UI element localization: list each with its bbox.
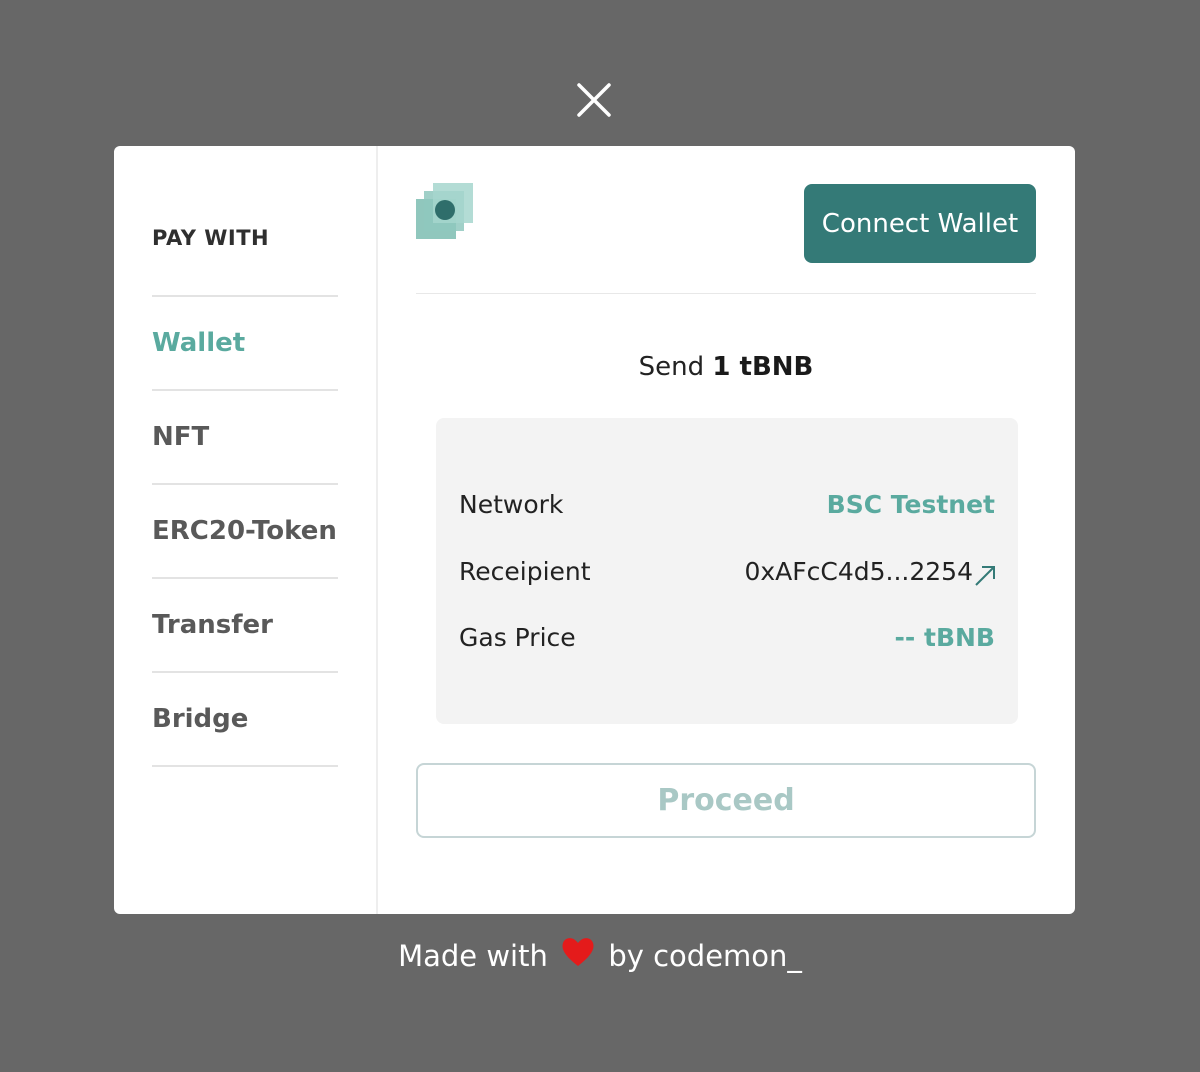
gas-price-label: Gas Price <box>459 623 576 652</box>
close-icon <box>577 83 611 117</box>
sidebar-item-wallet[interactable]: Wallet <box>152 297 338 391</box>
sidebar-item-nft[interactable]: NFT <box>152 391 338 485</box>
app-logo <box>416 183 476 243</box>
recipient-label: Receipient <box>459 557 591 586</box>
payment-modal: PAY WITH Wallet NFT ERC20-Token Transfer… <box>114 146 1075 914</box>
sidebar-menu: Wallet NFT ERC20-Token Transfer Bridge <box>152 295 338 767</box>
network-label: Network <box>459 490 564 519</box>
gas-price-row: Gas Price -- tBNB <box>459 618 995 658</box>
close-button[interactable] <box>576 82 612 118</box>
send-prefix: Send <box>638 352 705 382</box>
footer-text-before: Made with <box>398 939 548 973</box>
footer-text-after: by codemon_ <box>608 939 802 973</box>
connect-wallet-button[interactable]: Connect Wallet <box>804 184 1036 263</box>
send-summary: Send 1 tBNB <box>416 352 1036 382</box>
sidebar-item-transfer[interactable]: Transfer <box>152 579 338 673</box>
gas-price-value: -- tBNB <box>894 623 995 652</box>
transaction-details-card: Network BSC Testnet Receipient 0xAFcC4d5… <box>436 418 1018 724</box>
proceed-button[interactable]: Proceed <box>416 763 1036 838</box>
recipient-address: 0xAFcC4d5...2254 <box>744 557 973 586</box>
main-content: Connect Wallet Send 1 tBNB Network BSC T… <box>378 146 1075 914</box>
network-row: Network BSC Testnet <box>459 485 995 525</box>
heart-icon <box>562 938 594 966</box>
external-link-arrow-icon[interactable] <box>973 560 997 586</box>
send-amount: 1 tBNB <box>712 352 814 382</box>
stacked-squares-logo-icon <box>416 183 473 239</box>
recipient-row: Receipient 0xAFcC4d5...2254 <box>459 552 995 592</box>
network-value: BSC Testnet <box>826 490 995 519</box>
sidebar-item-bridge[interactable]: Bridge <box>152 673 338 767</box>
sidebar-heading: PAY WITH <box>152 226 270 250</box>
footer-credit: Made with by codemon_ <box>0 936 1200 973</box>
sidebar: PAY WITH Wallet NFT ERC20-Token Transfer… <box>114 146 378 914</box>
header-divider <box>416 293 1036 294</box>
sidebar-item-erc20-token[interactable]: ERC20-Token <box>152 485 338 579</box>
